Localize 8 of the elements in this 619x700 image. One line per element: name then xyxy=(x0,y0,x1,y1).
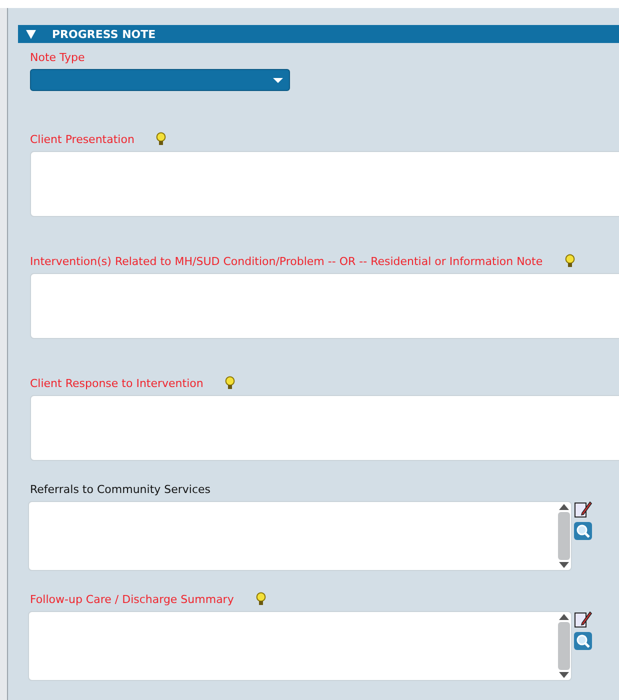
section-header[interactable]: PROGRESS NOTE xyxy=(18,25,619,43)
section-title: PROGRESS NOTE xyxy=(52,28,156,40)
field-label: Client Presentation xyxy=(30,132,134,146)
field-label: Client Response to Intervention xyxy=(30,376,204,390)
field-label: Follow-up Care / Discharge Summary xyxy=(30,592,234,606)
field-label: Referrals to Community Services xyxy=(30,482,211,496)
field-label: Note Type xyxy=(30,50,85,64)
field-label: Intervention(s) Related to MH/SUD Condition/Problem -- OR -- Residential or Information Note xyxy=(30,254,543,268)
